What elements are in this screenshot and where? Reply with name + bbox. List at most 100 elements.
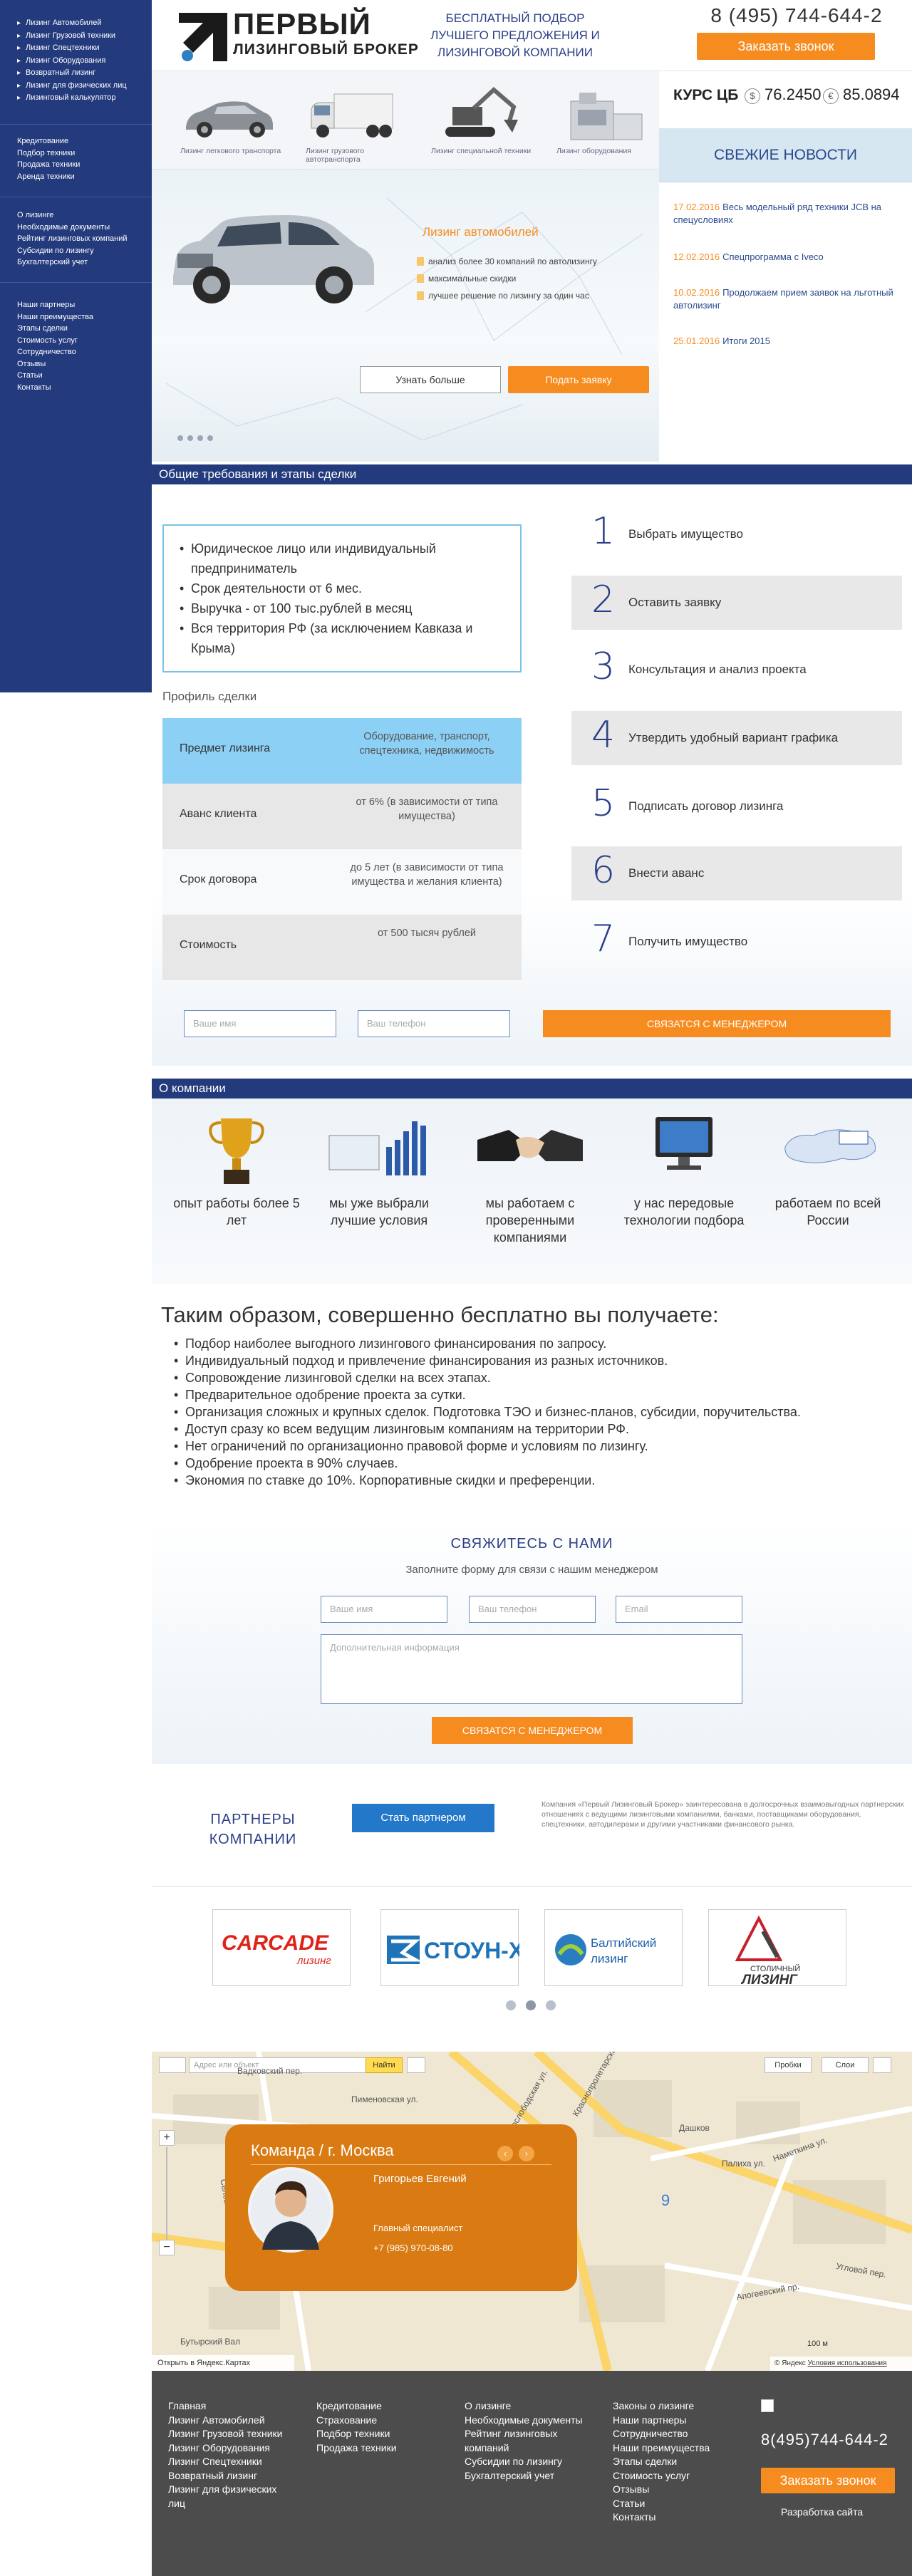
sidebar-item-contacts[interactable]: Контакты: [17, 382, 146, 394]
sidebar-item-trucks[interactable]: Лизинг Грузовой техники: [17, 30, 146, 43]
map-marker-icon[interactable]: 9: [656, 2191, 675, 2213]
developer-link[interactable]: Разработка сайта: [781, 2506, 863, 2518]
slider-dots[interactable]: [177, 432, 217, 445]
contact-name-input[interactable]: Ваше имя: [321, 1596, 447, 1623]
footer-link[interactable]: Подбор техники: [316, 2427, 452, 2441]
category-special[interactable]: Лизинг специальной техники: [424, 85, 545, 164]
zoom-in-button[interactable]: +: [159, 2130, 175, 2146]
map-find-button[interactable]: Найти: [366, 2057, 403, 2073]
footer-link[interactable]: Страхование: [316, 2414, 452, 2428]
terms-link[interactable]: Условия использования: [808, 2359, 887, 2367]
footer-link[interactable]: Этапы сделки: [613, 2455, 755, 2469]
footer-phone[interactable]: 8(495)744-644-2: [761, 2431, 896, 2449]
prev-arrow-icon[interactable]: ‹: [497, 2146, 513, 2161]
sidebar-item-rating[interactable]: Рейтинг лизинговых компаний: [17, 233, 146, 245]
employee-phone[interactable]: +7 (985) 970-08-80: [373, 2243, 453, 2253]
footer-link[interactable]: Возвратный лизинг: [168, 2469, 294, 2483]
sidebar-item-equipment[interactable]: Лизинг Оборудования: [17, 55, 146, 68]
sidebar-item-documents[interactable]: Необходимые документы: [17, 222, 146, 234]
footer-link[interactable]: Лизинг для физических лиц: [168, 2483, 294, 2510]
category-cars[interactable]: Лизинг легкового транспорта: [173, 85, 294, 164]
footer-link[interactable]: Стоимость услуг: [613, 2469, 755, 2483]
footer-link[interactable]: Лизинг Оборудования: [168, 2441, 294, 2456]
sidebar-item-calculator[interactable]: Лизинговый калькулятор: [17, 92, 146, 105]
sidebar-item-subsidies[interactable]: Субсидии по лизингу: [17, 245, 146, 257]
learn-more-button[interactable]: Узнать больше: [360, 366, 501, 393]
name-input[interactable]: Ваше имя: [184, 1010, 336, 1037]
sidebar-item-about-leasing[interactable]: О лизинге: [17, 209, 146, 222]
sidebar-item-selection[interactable]: Подбор техники: [17, 147, 146, 160]
carousel-dot[interactable]: [506, 2000, 516, 2010]
footer-link[interactable]: Субсидии по лизингу: [465, 2455, 593, 2469]
partner-logo-stolichny[interactable]: СТОЛИЧНЫЙ ЛИЗИНГ: [708, 1909, 846, 1988]
fullscreen-icon[interactable]: [873, 2057, 891, 2073]
table-row: Предмет лизинга Оборудование, транспорт,…: [162, 718, 522, 784]
carousel-dot[interactable]: [546, 2000, 556, 2010]
footer-link[interactable]: Отзывы: [613, 2483, 755, 2497]
footer-link[interactable]: О лизинге: [465, 2399, 593, 2414]
phone-input[interactable]: Ваш телефон: [358, 1010, 510, 1037]
sidebar-item-special[interactable]: Лизинг Спецтехники: [17, 42, 146, 55]
sidebar-item-cooperation[interactable]: Сотрудничество: [17, 346, 146, 358]
footer-link[interactable]: Наши преимущества: [613, 2441, 755, 2456]
geolocation-icon[interactable]: [159, 2057, 186, 2073]
footer-callback-button[interactable]: Заказать звонок: [761, 2468, 895, 2493]
layers-button[interactable]: Слои: [822, 2057, 869, 2073]
contact-manager-button[interactable]: СВЯЗАТСЯ С МЕНЕДЖЕРОМ: [543, 1010, 891, 1037]
become-partner-button[interactable]: Стать партнером: [352, 1804, 494, 1832]
news-item[interactable]: 12.02.2016 Спецпрограмма с Iveco: [673, 251, 908, 264]
contact-submit-button[interactable]: СВЯЗАТСЯ С МЕНЕДЖЕРОМ: [432, 1717, 633, 1744]
footer-link[interactable]: Статьи: [613, 2497, 755, 2511]
sidebar-item-advantages[interactable]: Наши преимущества: [17, 311, 146, 323]
sidebar-item-stages[interactable]: Этапы сделки: [17, 323, 146, 335]
next-arrow-icon[interactable]: ›: [519, 2146, 534, 2161]
sidebar-item-reviews[interactable]: Отзывы: [17, 358, 146, 370]
sidebar-item-credit[interactable]: Кредитование: [17, 135, 146, 147]
contact-phone-input[interactable]: Ваш телефон: [469, 1596, 596, 1623]
category-equipment[interactable]: Лизинг оборудования: [549, 85, 670, 164]
apply-button[interactable]: Подать заявку: [508, 366, 649, 393]
category-trucks[interactable]: Лизинг грузового автотранспорта: [299, 85, 420, 164]
partner-logo-stone[interactable]: СТОУН-XXI: [380, 1909, 545, 1986]
footer-link[interactable]: Рейтинг лизинговых компаний: [465, 2427, 593, 2455]
footer-link[interactable]: Лизинг Автомобилей: [168, 2414, 294, 2428]
footer-link[interactable]: Наши партнеры: [613, 2414, 755, 2428]
footer-link[interactable]: Контакты: [613, 2510, 755, 2525]
sidebar-item-prices[interactable]: Стоимость услуг: [17, 335, 146, 347]
news-item[interactable]: 10.02.2016 Продолжаем прием заявок на льг…: [673, 286, 908, 312]
logo-icon[interactable]: [177, 11, 229, 63]
footer-link[interactable]: Лизинг Спецтехники: [168, 2455, 294, 2469]
footer-link[interactable]: Кредитование: [316, 2399, 452, 2414]
open-yandex-link[interactable]: Открыть в Яндекс.Картах: [152, 2355, 294, 2371]
footer-link[interactable]: Сотрудничество: [613, 2427, 755, 2441]
footer-link[interactable]: Главная: [168, 2399, 294, 2414]
contact-email-input[interactable]: Email: [616, 1596, 742, 1623]
traffic-button[interactable]: Пробки: [765, 2057, 812, 2073]
partner-logo-carcade[interactable]: CARCADE лизинг: [212, 1909, 351, 1986]
news-item[interactable]: 25.01.2016 Итоги 2015: [673, 335, 908, 348]
sidebar-nav: Лизинг Автомобилей Лизинг Грузовой техни…: [0, 0, 152, 692]
footer-link[interactable]: Продажа техники: [316, 2441, 452, 2456]
partner-logo-baltic[interactable]: Балтийский лизинг: [544, 1909, 683, 1986]
sidebar-item-accounting[interactable]: Бухгалтерский учет: [17, 256, 146, 269]
sidebar-item-individuals[interactable]: Лизинг для физических лиц: [17, 80, 146, 93]
zoom-slider[interactable]: [166, 2147, 167, 2240]
sidebar-item-return[interactable]: Возвратный лизинг: [17, 67, 146, 80]
header-phone[interactable]: 8 (495) 744-644-2: [693, 4, 900, 27]
route-icon[interactable]: [407, 2057, 425, 2073]
carousel-dot[interactable]: [526, 2000, 536, 2010]
sidebar-item-rent[interactable]: Аренда техники: [17, 171, 146, 183]
footer-link[interactable]: Законы о лизинге: [613, 2399, 755, 2414]
news-item[interactable]: 17.02.2016 Весь модельный ряд техники JCB…: [673, 201, 908, 227]
footer-link[interactable]: Необходимые документы: [465, 2414, 593, 2428]
sidebar-item-partners[interactable]: Наши партнеры: [17, 299, 146, 311]
footer-link[interactable]: Лизинг Грузовой техники: [168, 2427, 294, 2441]
footer-link[interactable]: Бухгалтерский учет: [465, 2469, 593, 2483]
sidebar-item-sale[interactable]: Продажа техники: [17, 159, 146, 171]
sidebar-item-articles[interactable]: Статьи: [17, 370, 146, 382]
zoom-out-button[interactable]: −: [159, 2240, 175, 2255]
sidebar-item-cars[interactable]: Лизинг Автомобилей: [17, 17, 146, 30]
contact-info-textarea[interactable]: Дополнительная информация: [321, 1634, 742, 1704]
callback-button[interactable]: Заказать звонок: [697, 33, 875, 60]
deal-step: 4 Утвердить удобный вариант графика: [571, 711, 902, 765]
